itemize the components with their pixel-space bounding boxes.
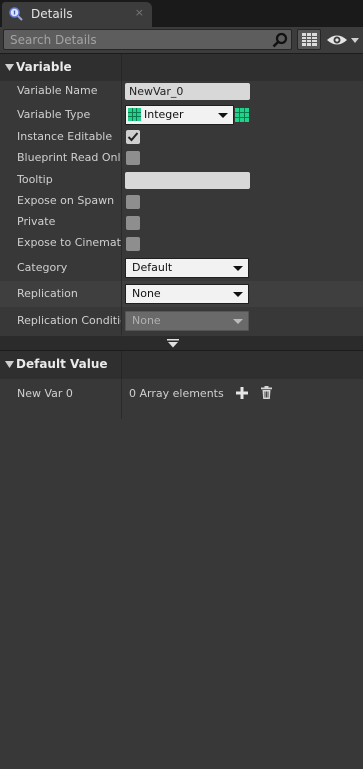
replication-condition-dropdown: None xyxy=(125,311,249,331)
expand-arrow-icon xyxy=(167,339,179,348)
expose-to-cinematics-label: Expose to Cinematics xyxy=(17,236,121,249)
row-private: Private xyxy=(0,212,363,233)
details-icon xyxy=(9,7,23,21)
new-var-0-label: New Var 0 xyxy=(17,387,73,400)
private-label: Private xyxy=(17,215,56,228)
variable-name-label: Variable Name xyxy=(17,84,98,97)
category-dropdown[interactable]: Default xyxy=(125,258,249,278)
tab-details[interactable]: Details × xyxy=(2,2,152,27)
variable-name-input[interactable]: NewVar_0 xyxy=(125,83,250,100)
section-title-default-value: Default Value xyxy=(16,357,108,371)
row-tooltip: Tooltip xyxy=(0,169,363,191)
checkmark-icon xyxy=(127,132,139,142)
eye-icon[interactable] xyxy=(325,31,361,49)
blueprint-read-only-label: Blueprint Read Only xyxy=(17,151,121,164)
replication-condition-value: None xyxy=(132,314,161,327)
column-divider xyxy=(121,54,122,81)
row-category: Category Default xyxy=(0,255,363,280)
replication-value: None xyxy=(132,287,161,300)
replication-label: Replication xyxy=(17,287,78,300)
column-divider xyxy=(121,351,122,379)
row-instance-editable: Instance Editable xyxy=(0,127,363,148)
category-label: Category xyxy=(17,261,68,274)
variable-type-dropdown[interactable]: Integer xyxy=(125,105,234,125)
plus-icon[interactable] xyxy=(236,387,248,399)
row-expose-to-cinematics: Expose to Cinematics xyxy=(0,233,363,254)
search-icon[interactable] xyxy=(272,32,288,48)
search-input[interactable]: Search Details xyxy=(3,29,292,50)
advanced-expander[interactable] xyxy=(0,336,363,350)
instance-editable-label: Instance Editable xyxy=(17,130,113,143)
property-column-divider xyxy=(121,281,122,307)
replication-condition-label: Replication Condition xyxy=(17,314,121,327)
close-icon[interactable]: × xyxy=(135,6,144,19)
chevron-down-icon xyxy=(233,292,243,297)
tab-title: Details xyxy=(31,7,73,21)
collapse-arrow-icon xyxy=(5,361,14,368)
grid-icon xyxy=(302,33,317,46)
row-expose-on-spawn: Expose on Spawn xyxy=(0,191,363,212)
array-elements-count: 0 Array elements xyxy=(129,387,224,400)
blueprint-read-only-checkbox[interactable] xyxy=(126,151,140,165)
row-new-var-0: New Var 0 0 Array elements xyxy=(0,379,363,409)
chevron-down-icon xyxy=(233,319,243,324)
section-header-variable[interactable]: Variable xyxy=(0,53,363,81)
integer-type-icon xyxy=(128,108,141,121)
chevron-down-icon xyxy=(233,266,243,271)
private-checkbox[interactable] xyxy=(126,216,140,230)
expose-on-spawn-checkbox[interactable] xyxy=(126,195,140,209)
variable-type-value: Integer xyxy=(144,108,184,121)
row-blueprint-read-only: Blueprint Read Only xyxy=(0,148,363,169)
expose-on-spawn-label: Expose on Spawn xyxy=(17,194,115,207)
instance-editable-checkbox[interactable] xyxy=(126,130,140,144)
tooltip-input[interactable] xyxy=(125,172,250,189)
row-replication-condition: Replication Condition None xyxy=(0,308,363,335)
row-replication: Replication None xyxy=(0,281,363,307)
chevron-down-icon xyxy=(218,113,228,118)
section-title-variable: Variable xyxy=(16,60,72,74)
row-variable-name: Variable Name NewVar_0 xyxy=(0,81,363,102)
trash-icon[interactable] xyxy=(261,386,272,399)
collapse-arrow-icon xyxy=(5,64,14,71)
container-type-icon[interactable] xyxy=(235,108,249,122)
expose-to-cinematics-checkbox[interactable] xyxy=(126,237,140,251)
search-placeholder: Search Details xyxy=(10,33,97,47)
replication-dropdown[interactable]: None xyxy=(125,284,249,304)
variable-type-label: Variable Type xyxy=(17,108,91,121)
category-value: Default xyxy=(132,261,173,274)
property-matrix-button[interactable] xyxy=(297,29,321,50)
search-toolbar: Search Details xyxy=(0,27,363,53)
section-header-default-value[interactable]: Default Value xyxy=(0,350,363,379)
tooltip-label: Tooltip xyxy=(17,173,53,186)
tab-bar: Details × xyxy=(0,0,363,27)
row-variable-type: Variable Type Integer xyxy=(0,103,363,126)
